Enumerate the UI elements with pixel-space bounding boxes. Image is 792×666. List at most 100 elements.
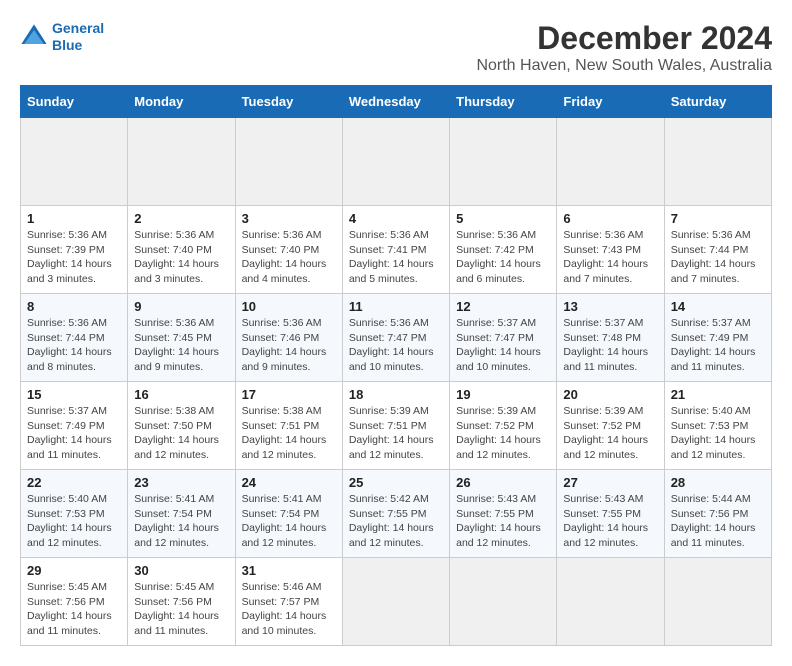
calendar-cell (557, 558, 664, 646)
day-detail: Sunrise: 5:41 AMSunset: 7:54 PMDaylight:… (134, 492, 228, 551)
weekday-header-row: SundayMondayTuesdayWednesdayThursdayFrid… (21, 86, 772, 118)
day-number: 25 (349, 475, 443, 490)
calendar-cell: 2 Sunrise: 5:36 AMSunset: 7:40 PMDaylight… (128, 206, 235, 294)
calendar-cell: 29Sunrise: 5:45 AMSunset: 7:56 PMDayligh… (21, 558, 128, 646)
day-detail: Sunrise: 5:36 AMSunset: 7:43 PMDaylight:… (563, 228, 657, 287)
calendar-cell (450, 118, 557, 206)
calendar-cell: 13Sunrise: 5:37 AMSunset: 7:48 PMDayligh… (557, 294, 664, 382)
day-number: 28 (671, 475, 765, 490)
day-detail: Sunrise: 5:41 AMSunset: 7:54 PMDaylight:… (242, 492, 336, 551)
day-number: 10 (242, 299, 336, 314)
day-number: 21 (671, 387, 765, 402)
calendar-cell (664, 118, 771, 206)
weekday-header-sunday: Sunday (21, 86, 128, 118)
calendar-cell: 27 Sunrise: 5:43 AMSunset: 7:55 PMDayligh… (557, 470, 664, 558)
calendar-cell (342, 558, 449, 646)
day-detail: Sunrise: 5:37 AMSunset: 7:47 PMDaylight:… (456, 316, 550, 375)
day-number: 5 (456, 211, 550, 226)
logo-line1: General (52, 20, 104, 36)
calendar-cell: 1Sunrise: 5:36 AMSunset: 7:39 PMDaylight… (21, 206, 128, 294)
day-detail: Sunrise: 5:36 AMSunset: 7:47 PMDaylight:… (349, 316, 443, 375)
calendar-cell: 7Sunrise: 5:36 AMSunset: 7:44 PMDaylight… (664, 206, 771, 294)
calendar-cell: 31 Sunrise: 5:46 AMSunset: 7:57 PMDayligh… (235, 558, 342, 646)
day-detail: Sunrise: 5:37 AMSunset: 7:48 PMDaylight:… (563, 316, 657, 375)
day-number: 24 (242, 475, 336, 490)
day-number: 20 (563, 387, 657, 402)
day-number: 31 (242, 563, 336, 578)
day-detail: Sunrise: 5:38 AMSunset: 7:50 PMDaylight:… (134, 404, 228, 463)
weekday-header-thursday: Thursday (450, 86, 557, 118)
calendar-cell: 15 Sunrise: 5:37 AMSunset: 7:49 PMDayligh… (21, 382, 128, 470)
weekday-header-wednesday: Wednesday (342, 86, 449, 118)
calendar-week-row (21, 118, 772, 206)
calendar-cell: 5 Sunrise: 5:36 AMSunset: 7:42 PMDaylight… (450, 206, 557, 294)
calendar-cell (450, 558, 557, 646)
day-detail: Sunrise: 5:36 AMSunset: 7:39 PMDaylight:… (27, 228, 121, 287)
day-number: 4 (349, 211, 443, 226)
calendar-cell: 25Sunrise: 5:42 AMSunset: 7:55 PMDayligh… (342, 470, 449, 558)
day-detail: Sunrise: 5:46 AMSunset: 7:57 PMDaylight:… (242, 580, 336, 639)
day-detail: Sunrise: 5:36 AMSunset: 7:42 PMDaylight:… (456, 228, 550, 287)
calendar-cell: 14 Sunrise: 5:37 AMSunset: 7:49 PMDayligh… (664, 294, 771, 382)
day-number: 9 (134, 299, 228, 314)
day-number: 23 (134, 475, 228, 490)
day-number: 3 (242, 211, 336, 226)
calendar-cell (21, 118, 128, 206)
day-detail: Sunrise: 5:36 AMSunset: 7:41 PMDaylight:… (349, 228, 443, 287)
calendar-cell: 6Sunrise: 5:36 AMSunset: 7:43 PMDaylight… (557, 206, 664, 294)
calendar-cell: 12Sunrise: 5:37 AMSunset: 7:47 PMDayligh… (450, 294, 557, 382)
title-area: December 2024 North Haven, New South Wal… (476, 20, 772, 75)
day-detail: Sunrise: 5:44 AMSunset: 7:56 PMDaylight:… (671, 492, 765, 551)
day-detail: Sunrise: 5:36 AMSunset: 7:40 PMDaylight:… (134, 228, 228, 287)
day-detail: Sunrise: 5:37 AMSunset: 7:49 PMDaylight:… (27, 404, 121, 463)
day-detail: Sunrise: 5:45 AMSunset: 7:56 PMDaylight:… (134, 580, 228, 639)
day-number: 29 (27, 563, 121, 578)
weekday-header-saturday: Saturday (664, 86, 771, 118)
weekday-header-friday: Friday (557, 86, 664, 118)
day-detail: Sunrise: 5:36 AMSunset: 7:44 PMDaylight:… (27, 316, 121, 375)
day-detail: Sunrise: 5:43 AMSunset: 7:55 PMDaylight:… (456, 492, 550, 551)
calendar-cell (235, 118, 342, 206)
day-detail: Sunrise: 5:40 AMSunset: 7:53 PMDaylight:… (671, 404, 765, 463)
calendar-cell: 19Sunrise: 5:39 AMSunset: 7:52 PMDayligh… (450, 382, 557, 470)
calendar-week-row: 8Sunrise: 5:36 AMSunset: 7:44 PMDaylight… (21, 294, 772, 382)
logo-icon (20, 23, 48, 51)
calendar-cell: 8Sunrise: 5:36 AMSunset: 7:44 PMDaylight… (21, 294, 128, 382)
day-number: 16 (134, 387, 228, 402)
day-detail: Sunrise: 5:39 AMSunset: 7:52 PMDaylight:… (456, 404, 550, 463)
day-detail: Sunrise: 5:36 AMSunset: 7:40 PMDaylight:… (242, 228, 336, 287)
day-detail: Sunrise: 5:37 AMSunset: 7:49 PMDaylight:… (671, 316, 765, 375)
day-number: 26 (456, 475, 550, 490)
calendar-cell: 4 Sunrise: 5:36 AMSunset: 7:41 PMDaylight… (342, 206, 449, 294)
day-number: 15 (27, 387, 121, 402)
calendar-table: SundayMondayTuesdayWednesdayThursdayFrid… (20, 85, 772, 646)
calendar-title: December 2024 (476, 20, 772, 57)
calendar-cell: 30Sunrise: 5:45 AMSunset: 7:56 PMDayligh… (128, 558, 235, 646)
calendar-week-row: 15 Sunrise: 5:37 AMSunset: 7:49 PMDayligh… (21, 382, 772, 470)
day-detail: Sunrise: 5:36 AMSunset: 7:45 PMDaylight:… (134, 316, 228, 375)
calendar-cell: 18 Sunrise: 5:39 AMSunset: 7:51 PMDayligh… (342, 382, 449, 470)
day-detail: Sunrise: 5:43 AMSunset: 7:55 PMDaylight:… (563, 492, 657, 551)
calendar-cell: 24 Sunrise: 5:41 AMSunset: 7:54 PMDayligh… (235, 470, 342, 558)
calendar-cell (664, 558, 771, 646)
calendar-week-row: 22 Sunrise: 5:40 AMSunset: 7:53 PMDayligh… (21, 470, 772, 558)
day-detail: Sunrise: 5:38 AMSunset: 7:51 PMDaylight:… (242, 404, 336, 463)
day-detail: Sunrise: 5:39 AMSunset: 7:51 PMDaylight:… (349, 404, 443, 463)
day-number: 18 (349, 387, 443, 402)
day-detail: Sunrise: 5:40 AMSunset: 7:53 PMDaylight:… (27, 492, 121, 551)
calendar-week-row: 1Sunrise: 5:36 AMSunset: 7:39 PMDaylight… (21, 206, 772, 294)
day-detail: Sunrise: 5:36 AMSunset: 7:46 PMDaylight:… (242, 316, 336, 375)
calendar-week-row: 29 Sunrise: 5:45 AMSunset: 7:56 PMDayligh… (21, 558, 772, 646)
calendar-cell: 9 Sunrise: 5:36 AMSunset: 7:45 PMDaylight… (128, 294, 235, 382)
calendar-cell: 26 Sunrise: 5:43 AMSunset: 7:55 PMDayligh… (450, 470, 557, 558)
day-number: 2 (134, 211, 228, 226)
day-number: 22 (27, 475, 121, 490)
logo-line2: Blue (52, 37, 82, 53)
calendar-header: SundayMondayTuesdayWednesdayThursdayFrid… (21, 86, 772, 118)
calendar-cell: 17Sunrise: 5:38 AMSunset: 7:51 PMDayligh… (235, 382, 342, 470)
calendar-cell: 3 Sunrise: 5:36 AMSunset: 7:40 PMDaylight… (235, 206, 342, 294)
day-number: 27 (563, 475, 657, 490)
calendar-cell: 11Sunrise: 5:36 AMSunset: 7:47 PMDayligh… (342, 294, 449, 382)
day-number: 14 (671, 299, 765, 314)
day-number: 7 (671, 211, 765, 226)
